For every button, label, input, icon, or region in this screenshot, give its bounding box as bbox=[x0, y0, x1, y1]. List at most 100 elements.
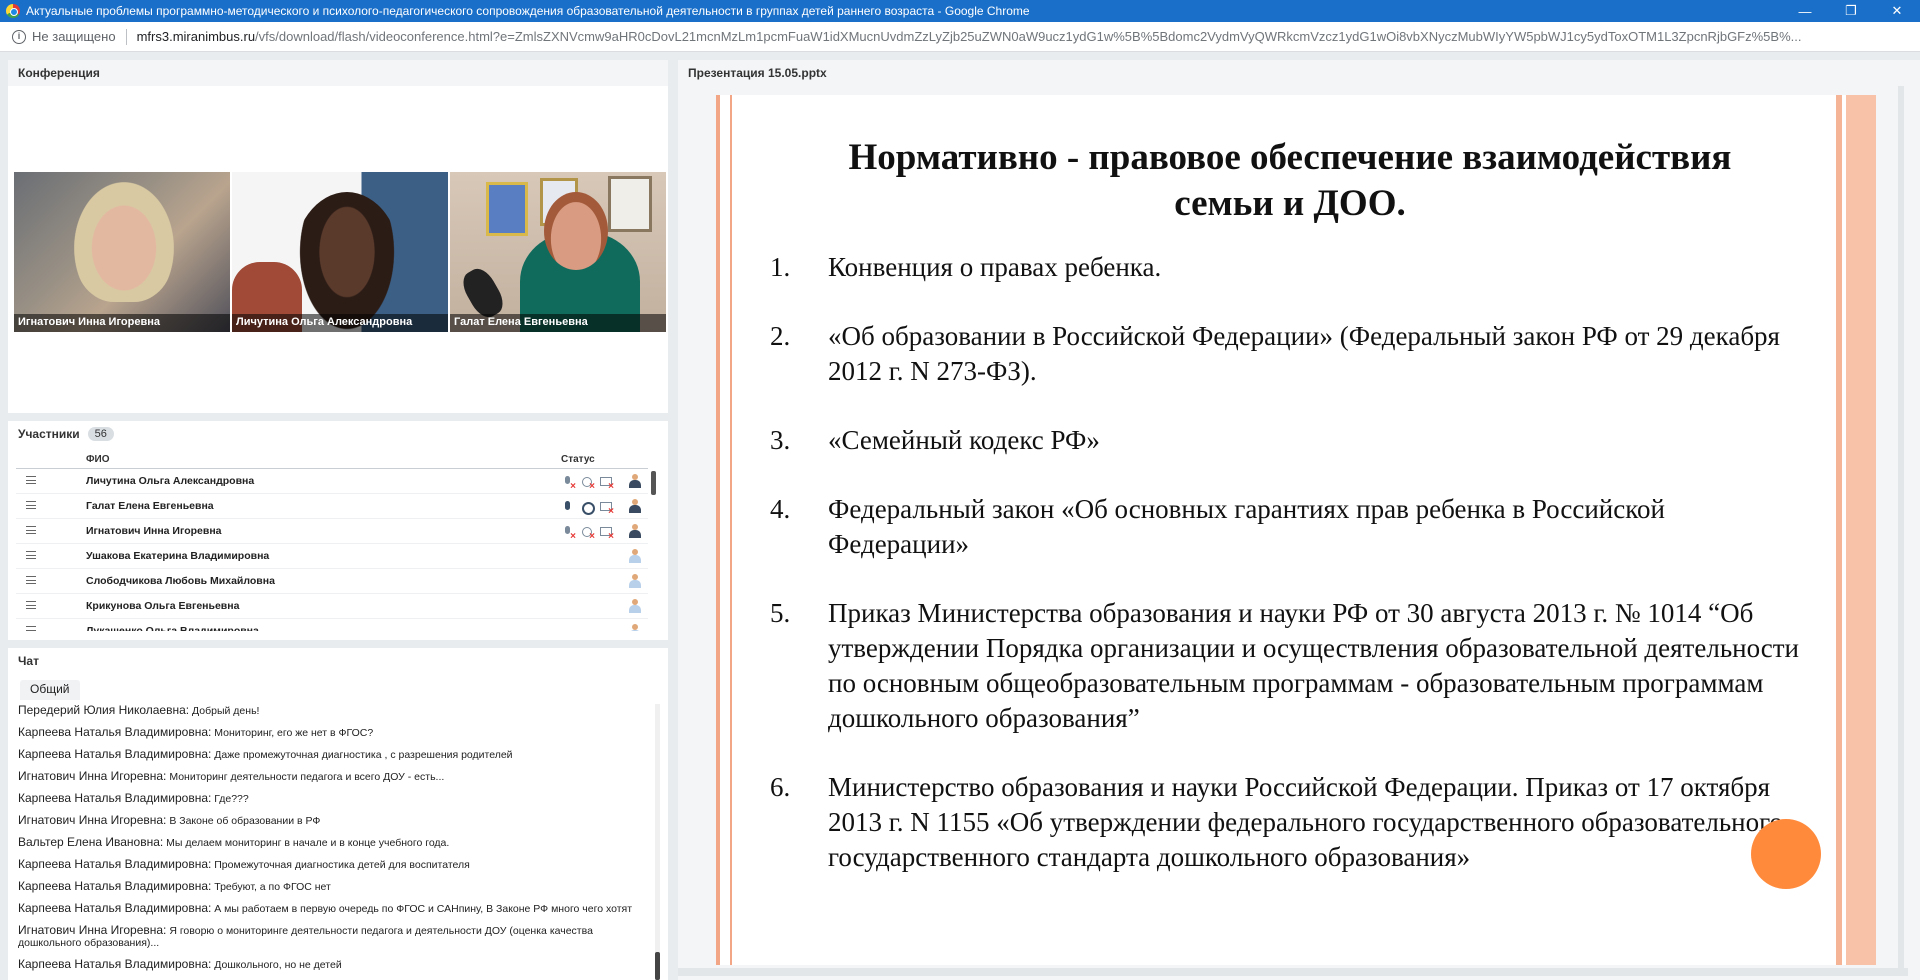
table-row[interactable]: Слободчикова Любовь Михайловна bbox=[16, 569, 648, 594]
chat-text: Промежуточная диагностика детей для восп… bbox=[214, 859, 470, 871]
slide-item-number: 3. bbox=[770, 425, 791, 455]
chat-author: Карпеева Наталья Владимировна: bbox=[18, 747, 212, 761]
user-icon bbox=[628, 499, 641, 513]
participants-scrollbar[interactable] bbox=[651, 471, 656, 495]
security-label[interactable]: Не защищено bbox=[32, 29, 116, 44]
drag-handle[interactable] bbox=[16, 625, 86, 631]
microphone-icon[interactable] bbox=[561, 500, 574, 513]
menu-icon[interactable] bbox=[26, 501, 36, 509]
participants-table: ФИО Статус Личутина Ольга Александровна … bbox=[16, 451, 648, 631]
chat-text: Требуют, а по ФГОС нет bbox=[214, 881, 331, 893]
drag-handle[interactable] bbox=[16, 475, 86, 487]
presentation-slide: Нормативно - правовое обеспечение взаимо… bbox=[716, 95, 1876, 965]
presentation-scrollbar[interactable] bbox=[1898, 86, 1904, 971]
slide-list-item: 3. «Семейный кодекс РФ» bbox=[770, 423, 1810, 458]
participant-status bbox=[561, 475, 621, 492]
chat-text: Мы делаем мониторинг в начале и в конце … bbox=[166, 837, 450, 849]
menu-icon[interactable] bbox=[26, 601, 36, 609]
table-row[interactable]: Галат Елена Евгеньевна bbox=[16, 494, 648, 519]
screen-icon[interactable] bbox=[599, 475, 614, 492]
drag-handle[interactable] bbox=[16, 500, 86, 512]
chat-author: Карпеева Наталья Владимировна: bbox=[18, 725, 212, 739]
user-icon bbox=[628, 574, 641, 588]
participants-list[interactable]: Личутина Ольга Александровна Галат Елена… bbox=[16, 469, 648, 631]
screen-icon[interactable] bbox=[599, 525, 614, 542]
slide-list-item: 4. Федеральный закон «Об основных гаранти… bbox=[770, 492, 1810, 562]
chat-message: Карпеева Наталья Владимировна: А мы рабо… bbox=[18, 902, 658, 915]
url-host: mfrs3.miranimbus.ru bbox=[136, 29, 256, 44]
column-header-name: ФИО bbox=[86, 454, 110, 465]
slide-item-number: 6. bbox=[770, 772, 791, 802]
microphone-icon[interactable] bbox=[561, 525, 576, 542]
participant-video-image bbox=[544, 192, 608, 270]
chat-author: Передерий Юлия Николаевна: bbox=[18, 704, 190, 717]
chat-text: В Законе об образовании в РФ bbox=[169, 815, 321, 827]
chrome-icon bbox=[6, 4, 20, 18]
participant-role bbox=[621, 574, 648, 588]
screen-icon[interactable] bbox=[599, 500, 614, 517]
participant-name: Галат Елена Евгеньевна bbox=[86, 500, 214, 512]
participant-status bbox=[561, 525, 621, 542]
chat-author: Карпеева Наталья Владимировна: bbox=[18, 957, 212, 971]
menu-icon[interactable] bbox=[26, 526, 36, 534]
video-caption: Игнатович Инна Игоревна bbox=[14, 314, 230, 332]
address-bar[interactable]: i Не защищено mfrs3.miranimbus.ru/vfs/do… bbox=[0, 22, 1920, 52]
chat-text: Где??? bbox=[214, 793, 249, 805]
chat-message: Игнатович Инна Игоревна: Я говорю о мони… bbox=[18, 924, 658, 949]
chat-message: Карпеева Наталья Владимировна: Требуют, … bbox=[18, 880, 658, 893]
video-tile[interactable]: Личутина Ольга Александровна bbox=[232, 172, 448, 332]
menu-icon[interactable] bbox=[26, 626, 36, 631]
slide-item-number: 1. bbox=[770, 252, 791, 282]
participant-status bbox=[561, 500, 621, 517]
chat-scrollbar[interactable] bbox=[655, 704, 660, 980]
menu-icon[interactable] bbox=[26, 476, 36, 484]
menu-icon[interactable] bbox=[26, 576, 36, 584]
divider bbox=[125, 28, 127, 45]
slide-item-text: Конвенция о правах ребенка. bbox=[828, 252, 1162, 282]
presentation-hscrollbar[interactable] bbox=[678, 968, 1908, 976]
table-row[interactable]: Лукашенко Ольга Владимировна bbox=[16, 619, 648, 631]
chat-author: Игнатович Инна Игоревна: bbox=[18, 769, 167, 783]
table-header: ФИО Статус bbox=[16, 451, 648, 469]
video-tile[interactable]: Галат Елена Евгеньевна bbox=[450, 172, 666, 332]
user-icon bbox=[628, 549, 641, 563]
video-grid: Игнатович Инна Игоревна Личутина Ольга А… bbox=[14, 172, 666, 332]
video-tile[interactable]: Игнатович Инна Игоревна bbox=[14, 172, 230, 332]
user-icon bbox=[628, 474, 641, 488]
close-button[interactable]: ✕ bbox=[1874, 0, 1920, 22]
table-row[interactable]: Игнатович Инна Игоревна bbox=[16, 519, 648, 544]
table-row[interactable]: Ушакова Екатерина Владимировна bbox=[16, 544, 648, 569]
camera-icon[interactable] bbox=[580, 500, 595, 515]
drag-handle[interactable] bbox=[16, 525, 86, 537]
microphone-icon[interactable] bbox=[561, 475, 576, 492]
drag-handle[interactable] bbox=[16, 600, 86, 612]
conference-panel: Конференция Игнатович Инна Игоревна Личу… bbox=[8, 60, 668, 413]
camera-icon[interactable] bbox=[580, 525, 595, 542]
chat-messages: Передерий Юлия Николаевна: Добрый день! К… bbox=[18, 704, 658, 980]
info-icon[interactable]: i bbox=[12, 29, 26, 44]
participant-role bbox=[621, 474, 648, 488]
slide-item-text: «Семейный кодекс РФ» bbox=[828, 425, 1100, 455]
slide-item-number: 5. bbox=[770, 598, 791, 628]
participants-header: Участники 56 bbox=[8, 421, 668, 447]
restore-button[interactable]: ❐ bbox=[1828, 0, 1874, 22]
participant-video-image bbox=[292, 192, 402, 332]
participant-name: Лукашенко Ольга Владимировна bbox=[86, 625, 259, 631]
participant-role bbox=[621, 524, 648, 538]
url-field[interactable]: mfrs3.miranimbus.ru/vfs/download/flash/v… bbox=[137, 29, 1920, 44]
slide-item-text: Приказ Министерства образования и науки … bbox=[828, 598, 1799, 733]
menu-icon[interactable] bbox=[26, 551, 36, 559]
drag-handle[interactable] bbox=[16, 575, 86, 587]
slide-list-item: 5. Приказ Министерства образования и наук… bbox=[770, 596, 1810, 736]
minimize-button[interactable]: — bbox=[1782, 0, 1828, 22]
drag-handle[interactable] bbox=[16, 550, 86, 562]
video-caption: Личутина Ольга Александровна bbox=[232, 314, 448, 332]
slide-list: 1. Конвенция о правах ребенка. 2. «Об образ… bbox=[770, 250, 1810, 909]
chat-text: А мы работаем в первую очередь по ФГОС и… bbox=[214, 903, 633, 915]
table-row[interactable]: Крикунова Ольга Евгеньевна bbox=[16, 594, 648, 619]
table-row[interactable]: Личутина Ольга Александровна bbox=[16, 469, 648, 494]
participant-name: Слободчикова Любовь Михайловна bbox=[86, 575, 275, 587]
chat-tab-general[interactable]: Общий bbox=[20, 680, 80, 700]
camera-icon[interactable] bbox=[580, 475, 595, 492]
chat-panel: Чат Общий Передерий Юлия Николаевна: Доб… bbox=[8, 648, 668, 980]
